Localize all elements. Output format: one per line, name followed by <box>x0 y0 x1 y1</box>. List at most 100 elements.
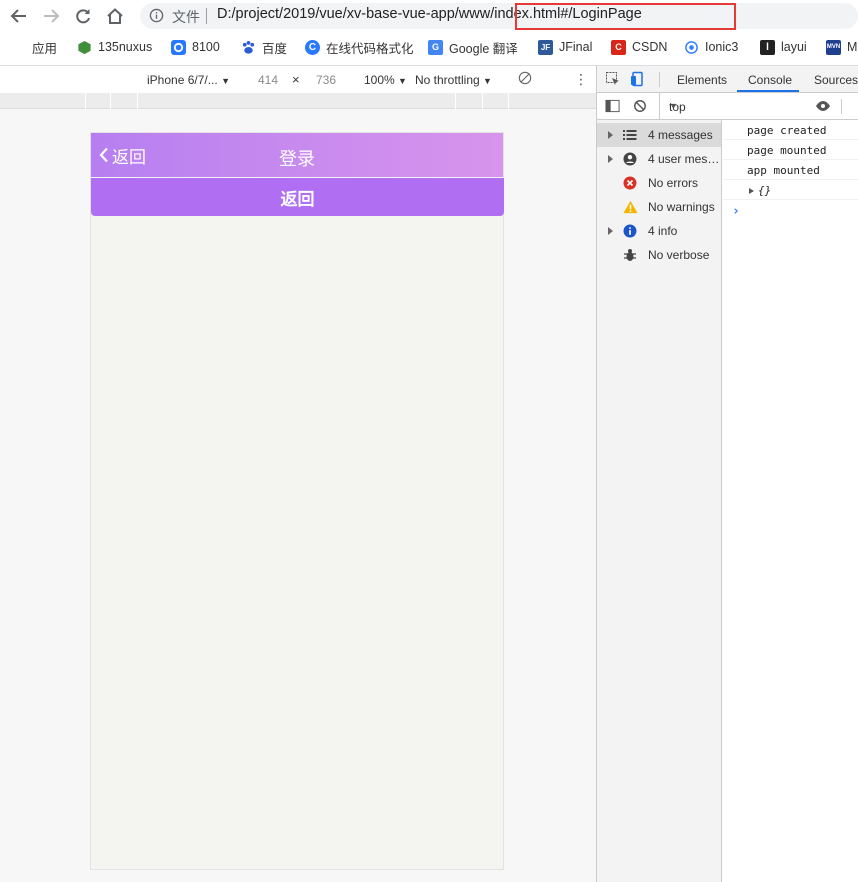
log-text: page mounted <box>747 144 827 157</box>
inspect-element-icon[interactable] <box>605 71 621 90</box>
apps-grid-icon <box>12 40 26 54</box>
bookmark-baidu[interactable]: 百度 <box>241 38 287 56</box>
bookmark-google-translate[interactable]: G Google 翻译 <box>428 38 518 56</box>
bookmark-label: 8100 <box>192 40 220 54</box>
bookmark-apps[interactable]: 应用 <box>12 38 57 56</box>
dropdown-caret-icon: ▼ <box>669 101 678 111</box>
sidebar-item-errors[interactable]: No errors <box>597 171 721 195</box>
layui-icon: l <box>760 39 775 55</box>
bookmark-ionic3[interactable]: Ionic3 <box>684 38 738 56</box>
context-select[interactable]: top ▼ <box>659 93 799 119</box>
console-toolbar: top ▼ <box>597 93 858 120</box>
back-arrow-icon[interactable] <box>8 5 30 27</box>
bookmark-label: JFinal <box>559 40 593 54</box>
eye-icon[interactable] <box>815 99 831 116</box>
nexus-hex-icon <box>77 40 92 55</box>
device-toolbar: iPhone 6/7/... ▼ 414 × 736 100% ▼ No thr… <box>0 66 596 93</box>
sidebar-item-verbose[interactable]: No verbose <box>597 243 721 267</box>
info-icon <box>623 224 637 238</box>
browser-address-row: 文件 D:/project/2019/vue/xv-base-vue-app/w… <box>0 0 858 32</box>
devtools-tabbar: Elements Console Sources <box>597 66 858 93</box>
sidebar-item-user-messages[interactable]: 4 user mess... <box>597 147 721 171</box>
info-circle-icon[interactable] <box>149 8 164 23</box>
scheme-label: 文件 <box>172 9 200 25</box>
dropdown-caret-icon: ▼ <box>398 76 407 86</box>
omnibox[interactable]: 文件 D:/project/2019/vue/xv-base-vue-app/w… <box>140 3 858 29</box>
console-prompt[interactable]: › <box>732 204 740 219</box>
log-text: page created <box>747 124 827 137</box>
throttle-select[interactable]: No throttling ▼ <box>415 73 492 87</box>
throttle-value: No throttling <box>415 73 480 87</box>
console-output: page created page mounted app mounted {}… <box>723 120 858 882</box>
omnibox-separator <box>206 8 207 24</box>
url-prefix: D:/project/2019/vue/xv-base-vue-app/www/ <box>217 6 495 22</box>
zoom-value: 100% <box>364 73 395 87</box>
tab-sources[interactable]: Sources <box>814 73 858 87</box>
app-header: 返回 登录 <box>91 133 503 177</box>
bookmark-135nuxus[interactable]: 135nuxus <box>77 38 152 56</box>
sidebar-item-label: No warnings <box>648 200 715 214</box>
device-name: iPhone 6/7/... <box>147 73 218 87</box>
bookmarks-bar: 应用 135nuxus 8100 百度 C 在线代码格式化 G Google 翻… <box>0 32 858 62</box>
log-entry-object[interactable]: {} <box>723 180 858 200</box>
sidebar-item-label: 4 user mess... <box>648 152 720 166</box>
device-height[interactable]: 736 <box>316 73 336 87</box>
clear-console-icon[interactable] <box>633 99 647 116</box>
error-icon <box>623 176 637 190</box>
tab-console[interactable]: Console <box>748 73 792 87</box>
bookmark-label: layui <box>781 40 807 54</box>
bookmark-label: 应用 <box>32 41 58 56</box>
forward-arrow-icon[interactable] <box>40 5 62 27</box>
sidebar-item-label: No verbose <box>648 248 710 262</box>
bookmark-label: 在线代码格式化 <box>326 41 414 56</box>
home-icon[interactable] <box>104 5 126 27</box>
log-text: {} <box>758 184 772 197</box>
device-width[interactable]: 414 <box>258 73 278 87</box>
bookmark-code-format[interactable]: C 在线代码格式化 <box>305 38 414 56</box>
dimension-times: × <box>292 72 300 87</box>
bookmark-label: 百度 <box>262 41 288 56</box>
sidebar-item-info[interactable]: 4 info <box>597 219 721 243</box>
c-logo-icon: C <box>305 39 320 55</box>
expand-arrow-icon[interactable] <box>749 188 754 194</box>
sidebar-item-warnings[interactable]: No warnings <box>597 195 721 219</box>
expand-arrow-icon[interactable] <box>608 131 613 139</box>
sidebar-item-messages[interactable]: 4 messages <box>597 123 721 147</box>
jfinal-icon: JF <box>538 39 553 55</box>
baidu-paw-icon <box>241 40 256 55</box>
mvn-icon: MVN <box>826 39 841 55</box>
expand-arrow-icon[interactable] <box>608 227 613 235</box>
rotate-icon[interactable] <box>518 71 532 88</box>
bookmark-jfinal[interactable]: JF JFinal <box>538 38 592 56</box>
bookmark-label: CSDN <box>632 40 668 54</box>
user-icon <box>623 152 637 166</box>
log-text: app mounted <box>747 164 820 177</box>
log-entry[interactable]: page mounted <box>723 140 858 160</box>
bookmark-csdn[interactable]: C CSDN <box>611 38 667 56</box>
expand-arrow-icon[interactable] <box>608 155 613 163</box>
bookmark-label: M <box>847 40 858 54</box>
device-select[interactable]: iPhone 6/7/... ▼ <box>147 73 230 87</box>
console-sidebar: 4 messages 4 user mess... No errors No w… <box>597 120 722 882</box>
log-entry[interactable]: page created <box>723 120 858 140</box>
zoom-select[interactable]: 100% ▼ <box>364 73 407 87</box>
bookmark-label: 135nuxus <box>98 40 153 54</box>
active-tab-indicator <box>737 90 799 92</box>
back-button[interactable]: 返回 <box>91 178 504 216</box>
tab-elements[interactable]: Elements <box>677 73 727 87</box>
toolbar-separator <box>841 99 842 114</box>
tab-separator <box>659 72 660 87</box>
more-options-icon[interactable]: ⋮ <box>574 71 588 88</box>
ring-icon <box>171 39 186 55</box>
bookmark-layui[interactable]: l layui <box>760 38 807 56</box>
sidebar-toggle-icon[interactable] <box>605 99 620 116</box>
bookmark-8100[interactable]: 8100 <box>171 38 220 56</box>
log-entry[interactable]: app mounted <box>723 160 858 180</box>
reload-icon[interactable] <box>72 5 94 27</box>
page-title: 登录 <box>279 149 315 169</box>
device-toggle-icon[interactable] <box>630 71 646 90</box>
sidebar-item-label: No errors <box>648 176 699 190</box>
url-highlight-box <box>515 3 736 30</box>
warning-icon <box>623 200 638 214</box>
bookmark-mvn[interactable]: MVN M <box>826 38 857 56</box>
